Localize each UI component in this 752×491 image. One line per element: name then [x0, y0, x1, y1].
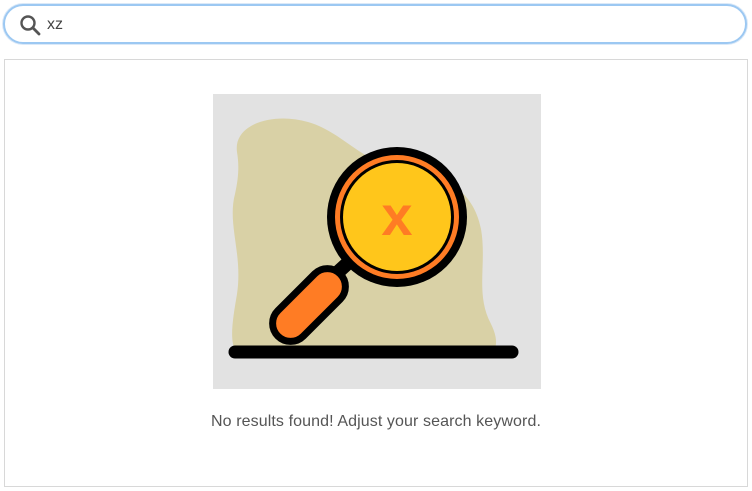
search-input[interactable]	[45, 12, 727, 38]
search-bar[interactable]	[3, 4, 747, 44]
page: x No results found! Adjust your search k…	[0, 0, 752, 491]
search-icon	[20, 15, 41, 36]
lens-x-mark: x	[381, 184, 412, 247]
no-results-message: No results found! Adjust your search key…	[211, 413, 541, 430]
no-results-illustration: x	[213, 94, 541, 389]
results-panel: x No results found! Adjust your search k…	[4, 59, 748, 487]
